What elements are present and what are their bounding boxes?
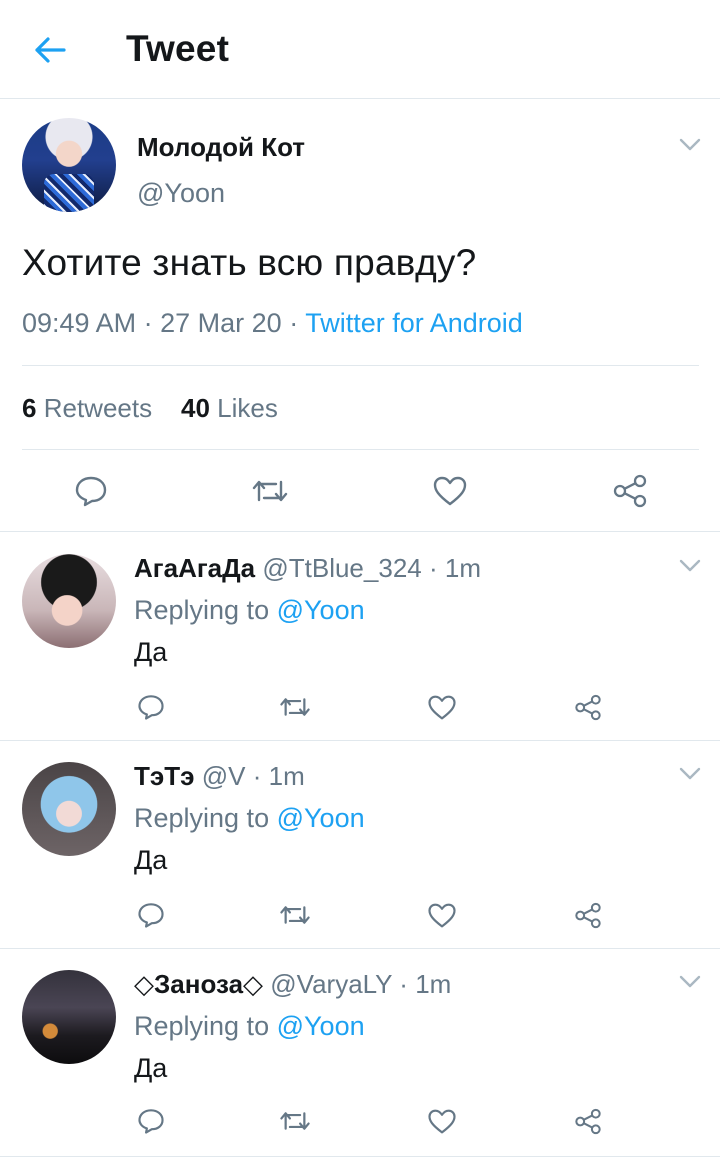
likes-count: 40 xyxy=(181,393,210,423)
tweet-meta: 09:49 AM · 27 Mar 20 · Twitter for Andro… xyxy=(22,308,523,339)
share-icon xyxy=(613,474,647,508)
separator: · xyxy=(143,308,153,338)
reply-avatar[interactable] xyxy=(22,970,116,1064)
reply-avatar[interactable] xyxy=(22,762,116,856)
reply-header: ТэТэ @V · 1m xyxy=(134,761,305,792)
reply-icon xyxy=(138,903,164,928)
reply-author-handle[interactable]: @V xyxy=(202,761,246,791)
tweet-time: 09:49 AM xyxy=(22,308,137,338)
reply-time: 1m xyxy=(415,969,452,999)
retweet-button[interactable] xyxy=(277,898,313,932)
like-button[interactable] xyxy=(424,898,460,932)
back-button[interactable] xyxy=(30,30,70,70)
heart-icon xyxy=(428,1109,456,1133)
retweet-icon xyxy=(280,698,310,716)
reply-time: 1m xyxy=(444,553,482,583)
replying-to-handle[interactable]: @Yoon xyxy=(277,1011,365,1041)
reply-header: ◇Заноза◇ @VaryaLY · 1m xyxy=(134,969,451,1000)
replying-to-label: Replying to xyxy=(134,595,270,625)
author-avatar[interactable] xyxy=(22,118,116,212)
divider xyxy=(22,449,699,450)
retweets-stat[interactable]: 6 Retweets xyxy=(22,393,152,423)
reply-text: Да xyxy=(134,637,168,667)
replying-to-line: Replying to @Yoon xyxy=(134,595,365,626)
page-title: Tweet xyxy=(126,28,230,69)
like-button[interactable] xyxy=(429,470,471,512)
reply-icon xyxy=(75,476,107,507)
chevron-down-icon xyxy=(679,975,701,988)
share-button[interactable] xyxy=(570,690,606,724)
reply-menu-button[interactable] xyxy=(675,967,705,997)
divider xyxy=(22,365,699,366)
chevron-down-icon xyxy=(679,767,701,780)
replying-to-line: Replying to @Yoon xyxy=(134,803,365,834)
reply-menu-button[interactable] xyxy=(675,551,705,581)
retweet-icon xyxy=(280,1112,310,1130)
reply-author-handle[interactable]: @TtBlue_324 xyxy=(262,553,421,583)
share-button[interactable] xyxy=(609,470,651,512)
retweets-label: Retweets xyxy=(43,393,153,423)
likes-label: Likes xyxy=(217,393,278,423)
top-bar xyxy=(0,0,720,99)
reply-icon xyxy=(138,695,164,720)
reply-menu-button[interactable] xyxy=(675,759,705,789)
reply-author-handle[interactable]: @VaryaLY xyxy=(270,969,392,999)
chevron-down-icon xyxy=(679,138,701,151)
separator: · xyxy=(399,969,408,999)
share-button[interactable] xyxy=(570,1104,606,1138)
like-button[interactable] xyxy=(424,1104,460,1138)
replying-to-handle[interactable]: @Yoon xyxy=(277,803,365,833)
retweets-count: 6 xyxy=(22,393,37,423)
reply-time: 1m xyxy=(268,761,305,791)
tweet-date: 27 Mar 20 xyxy=(160,308,282,338)
reply-button[interactable] xyxy=(133,898,169,932)
reply-text: Да xyxy=(134,845,168,875)
tweet-source-link[interactable]: Twitter for Android xyxy=(305,308,523,338)
reply-button[interactable] xyxy=(133,1104,169,1138)
retweet-button[interactable] xyxy=(277,690,313,724)
reply-author-name[interactable]: ◇Заноза◇ xyxy=(134,969,263,999)
heart-icon xyxy=(433,476,467,506)
divider xyxy=(0,531,720,532)
retweet-icon xyxy=(280,906,310,924)
divider xyxy=(0,948,720,949)
reply-button[interactable] xyxy=(133,690,169,724)
replying-to-label: Replying to xyxy=(134,803,270,833)
replying-to-label: Replying to xyxy=(134,1011,270,1041)
tweet-text: Хотите знать всю правду? xyxy=(22,242,477,283)
like-button[interactable] xyxy=(424,690,460,724)
reply-text: Да xyxy=(134,1053,168,1083)
share-icon xyxy=(575,694,601,720)
tweet-stats: 6 Retweets 40 Likes xyxy=(22,393,278,424)
separator: · xyxy=(428,553,438,583)
chevron-down-icon xyxy=(679,559,701,572)
tweet-menu-button[interactable] xyxy=(675,130,705,160)
reply-author-name[interactable]: АгаАгаДа xyxy=(134,553,255,583)
arrow-left-icon xyxy=(35,37,66,63)
divider xyxy=(0,1156,720,1157)
retweet-icon xyxy=(252,480,288,502)
reply-button[interactable] xyxy=(70,470,112,512)
reply-author-name[interactable]: ТэТэ xyxy=(134,761,194,791)
heart-icon xyxy=(428,903,456,927)
separator: · xyxy=(289,308,299,338)
likes-stat[interactable]: 40 Likes xyxy=(181,393,278,423)
author-name[interactable]: Молодой Кот xyxy=(137,132,305,163)
replying-to-line: Replying to @Yoon xyxy=(134,1011,365,1042)
share-icon xyxy=(575,902,601,928)
divider xyxy=(0,740,720,741)
replying-to-handle[interactable]: @Yoon xyxy=(277,595,365,625)
reply-icon xyxy=(138,1109,164,1134)
retweet-button[interactable] xyxy=(277,1104,313,1138)
reply-avatar[interactable] xyxy=(22,554,116,648)
reply-header: АгаАгаДа @TtBlue_324 · 1m xyxy=(134,553,481,584)
author-handle[interactable]: @Yoon xyxy=(137,178,225,209)
retweet-button[interactable] xyxy=(249,470,291,512)
heart-icon xyxy=(428,695,456,719)
share-icon xyxy=(575,1108,601,1134)
separator: · xyxy=(252,761,262,791)
share-button[interactable] xyxy=(570,898,606,932)
